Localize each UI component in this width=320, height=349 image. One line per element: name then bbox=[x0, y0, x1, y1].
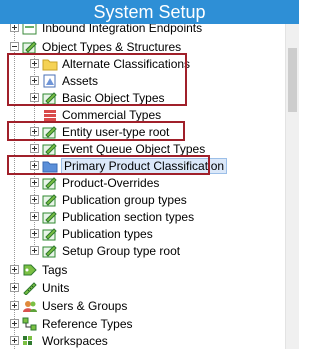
stack-icon bbox=[42, 108, 58, 122]
tree-item-label: Units bbox=[42, 280, 70, 295]
tree-item-users-groups[interactable]: Users & Groups bbox=[10, 297, 127, 314]
expand-toggle[interactable] bbox=[30, 212, 39, 221]
pencil-type-icon bbox=[42, 176, 58, 190]
document-folder-icon bbox=[22, 24, 38, 35]
tree-item-publication-section-types[interactable]: Publication section types bbox=[30, 208, 194, 225]
expand-toggle[interactable] bbox=[30, 178, 39, 187]
tree-item-units[interactable]: Units bbox=[10, 279, 69, 296]
tag-icon bbox=[22, 263, 38, 277]
expand-toggle[interactable] bbox=[30, 246, 39, 255]
setup-tree: Inbound Integration Endpoints Object Typ… bbox=[0, 24, 285, 349]
scrollbar-thumb[interactable] bbox=[288, 48, 297, 112]
ruler-icon bbox=[22, 281, 38, 295]
highlight-box-entity-user-type-root bbox=[7, 121, 185, 141]
tree-item-reference-types[interactable]: Reference Types bbox=[10, 315, 133, 332]
tree-item-label: Object Types & Structures bbox=[42, 39, 182, 54]
pencil-type-icon bbox=[42, 193, 58, 207]
tree-item-label: Publication group types bbox=[62, 192, 187, 207]
reference-icon bbox=[22, 317, 38, 331]
expand-toggle[interactable] bbox=[10, 301, 19, 310]
expand-toggle[interactable] bbox=[30, 229, 39, 238]
tree-item-setup-group-type-root[interactable]: Setup Group type root bbox=[30, 242, 180, 259]
pencil-type-icon bbox=[42, 227, 58, 241]
tree-item-label: Commercial Types bbox=[62, 107, 162, 122]
expand-toggle[interactable] bbox=[30, 195, 39, 204]
users-icon bbox=[22, 299, 38, 313]
tree-item-label: Inbound Integration Endpoints bbox=[42, 24, 203, 35]
highlight-box-classifications-assets-types bbox=[7, 53, 187, 106]
expand-toggle[interactable] bbox=[10, 319, 19, 328]
tree-item-publication-group-types[interactable]: Publication group types bbox=[30, 191, 187, 208]
expand-toggle[interactable] bbox=[10, 283, 19, 292]
window-title: System Setup bbox=[0, 0, 299, 24]
tree-item-label: Product-Overrides bbox=[62, 175, 160, 190]
collapse-toggle[interactable] bbox=[10, 42, 19, 51]
expand-toggle[interactable] bbox=[30, 144, 39, 153]
tree-item-label: Tags bbox=[42, 262, 68, 277]
structure-icon bbox=[22, 40, 38, 54]
tree-item-label: Reference Types bbox=[42, 316, 133, 331]
tree-item-label: Publication types bbox=[62, 226, 153, 241]
tree-item-inbound-integration-endpoints[interactable]: Inbound Integration Endpoints bbox=[10, 24, 202, 36]
tree-item-label: Users & Groups bbox=[42, 298, 128, 313]
workspace-icon bbox=[22, 334, 38, 348]
pencil-type-icon bbox=[42, 244, 58, 258]
pencil-type-icon bbox=[42, 142, 58, 156]
tree-item-publication-types[interactable]: Publication types bbox=[30, 225, 153, 242]
expand-toggle[interactable] bbox=[10, 265, 19, 274]
tree-item-label: Setup Group type root bbox=[62, 243, 181, 258]
tree-item-tags[interactable]: Tags bbox=[10, 261, 67, 278]
vertical-scrollbar[interactable] bbox=[285, 24, 299, 349]
tree-item-product-overrides[interactable]: Product-Overrides bbox=[30, 174, 159, 191]
tree-item-label: Workspaces bbox=[42, 333, 108, 348]
tree-item-label: Event Queue Object Types bbox=[62, 141, 206, 156]
expand-toggle[interactable] bbox=[10, 24, 19, 32]
tree-item-label: Publication section types bbox=[62, 209, 195, 224]
tree-item-workspaces[interactable]: Workspaces bbox=[10, 332, 108, 349]
expand-toggle[interactable] bbox=[10, 336, 19, 345]
pencil-type-icon bbox=[42, 210, 58, 224]
highlight-box-primary-product-classification bbox=[7, 155, 210, 175]
